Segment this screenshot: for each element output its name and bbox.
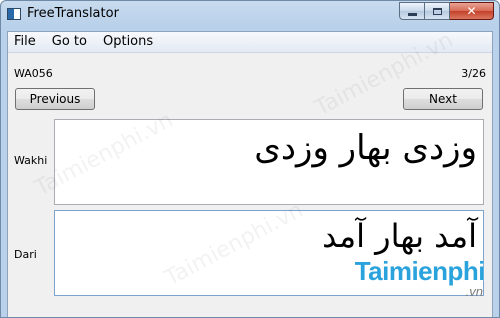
title-bar[interactable]: FreeTranslator ✕ <box>1 1 499 29</box>
source-language-label: Wakhi <box>14 154 48 167</box>
record-position: 3/26 <box>461 67 486 80</box>
caption-buttons: ✕ <box>399 2 494 21</box>
maximize-icon <box>432 7 442 15</box>
menu-go-to[interactable]: Go to <box>44 32 95 52</box>
menu-file[interactable]: File <box>8 32 44 52</box>
close-button[interactable]: ✕ <box>450 2 494 20</box>
menu-options[interactable]: Options <box>95 32 161 52</box>
source-text-box[interactable]: وزدی بهار وزدی <box>54 119 484 205</box>
maximize-button[interactable] <box>425 2 450 20</box>
app-window: FreeTranslator ✕ File Go to Options WA05… <box>0 0 500 318</box>
target-language-label: Dari <box>14 248 37 261</box>
app-icon <box>7 8 21 20</box>
window-title: FreeTranslator <box>27 6 119 21</box>
next-button[interactable]: Next <box>403 88 483 110</box>
previous-button[interactable]: Previous <box>15 88 95 110</box>
close-icon: ✕ <box>466 4 477 18</box>
minimize-button[interactable] <box>399 2 425 20</box>
target-text: آمد بهار آمد <box>322 217 477 255</box>
source-text: وزدی بهار وزدی <box>254 128 477 168</box>
menu-bar: File Go to Options <box>8 32 492 53</box>
watermark-domain: .vn <box>465 284 483 299</box>
watermark-brand: Taimienphi <box>354 256 486 286</box>
record-code: WA056 <box>14 67 53 80</box>
minimize-icon <box>407 12 417 16</box>
